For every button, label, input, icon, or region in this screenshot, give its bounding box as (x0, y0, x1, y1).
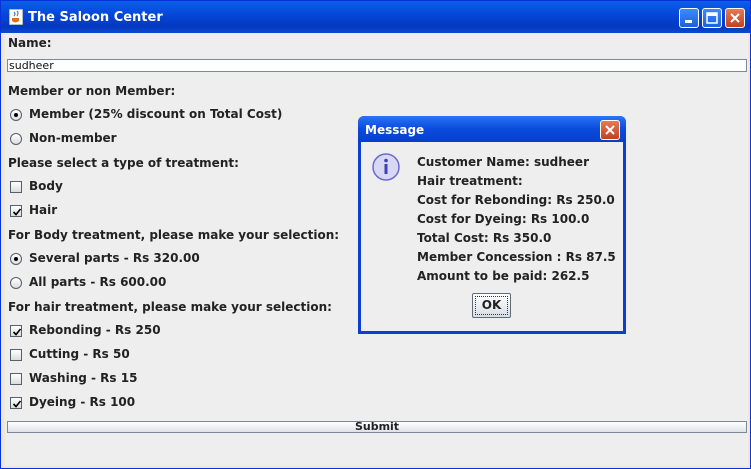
checkbox-unchecked-icon (10, 181, 22, 193)
cutting-checkbox-label: Cutting - Rs 50 (29, 347, 130, 361)
dialog-message-line: Cost for Rebonding: Rs 250.0 (417, 193, 615, 207)
close-button[interactable] (725, 8, 745, 28)
main-window: The Saloon Center Name: sudheer Member o… (0, 0, 751, 469)
message-dialog: Message Customer Name: sudheer Hair trea… (358, 116, 626, 334)
close-icon (730, 13, 740, 23)
window-title: The Saloon Center (28, 10, 163, 25)
hair-treatment-label: For hair treatment, please make your sel… (8, 300, 332, 314)
all-parts-radio-label: All parts - Rs 600.00 (29, 275, 167, 289)
dialog-title: Message (365, 123, 425, 137)
dyeing-checkbox-label: Dyeing - Rs 100 (29, 395, 136, 409)
minimize-button[interactable] (679, 8, 699, 28)
several-parts-radio-label: Several parts - Rs 320.00 (29, 251, 200, 265)
body-treatment-label: For Body treatment, please make your sel… (8, 228, 340, 242)
dialog-body: Customer Name: sudheer Hair treatment: C… (361, 142, 623, 331)
checkbox-checked-icon (10, 205, 22, 217)
hair-checkbox-label: Hair (29, 203, 58, 217)
washing-checkbox-label: Washing - Rs 15 (29, 371, 138, 385)
radio-selected-icon (10, 253, 22, 265)
dialog-message-line: Customer Name: sudheer (417, 155, 589, 169)
radio-selected-icon (10, 109, 22, 121)
radio-unselected-icon (10, 133, 22, 145)
ok-button-label: OK (475, 296, 508, 315)
nonmember-radio-label: Non-member (29, 131, 117, 145)
dialog-message-line: Hair treatment: (417, 174, 523, 188)
info-icon (372, 153, 400, 181)
dialog-message-line: Cost for Dyeing: Rs 100.0 (417, 212, 590, 226)
close-icon (605, 125, 615, 135)
checkbox-unchecked-icon (10, 349, 22, 361)
name-label: Name: (8, 36, 52, 50)
maximize-icon (706, 12, 718, 24)
dialog-title-bar[interactable]: Message (358, 116, 626, 142)
title-bar[interactable]: The Saloon Center (1, 1, 750, 33)
dialog-close-button[interactable] (600, 120, 620, 140)
member-radio-label: Member (25% discount on Total Cost) (29, 107, 283, 121)
java-cup-icon (9, 9, 23, 25)
rebonding-checkbox-label: Rebonding - Rs 250 (29, 323, 161, 337)
checkbox-checked-icon (10, 397, 22, 409)
radio-unselected-icon (10, 277, 22, 289)
dialog-message-line: Amount to be paid: 262.5 (417, 269, 590, 283)
submit-button[interactable]: Submit (7, 421, 747, 433)
dialog-message-line: Total Cost: Rs 350.0 (417, 231, 552, 245)
dialog-message-line: Member Concession : Rs 87.5 (417, 250, 616, 264)
ok-button[interactable]: OK (472, 293, 511, 318)
body-checkbox-label: Body (29, 179, 63, 193)
name-input[interactable]: sudheer (7, 59, 747, 72)
membership-label: Member or non Member: (8, 84, 176, 98)
checkbox-checked-icon (10, 325, 22, 337)
minimize-icon (685, 20, 692, 23)
checkbox-unchecked-icon (10, 373, 22, 385)
treatment-label: Please select a type of treatment: (8, 156, 239, 170)
maximize-button[interactable] (702, 8, 722, 28)
